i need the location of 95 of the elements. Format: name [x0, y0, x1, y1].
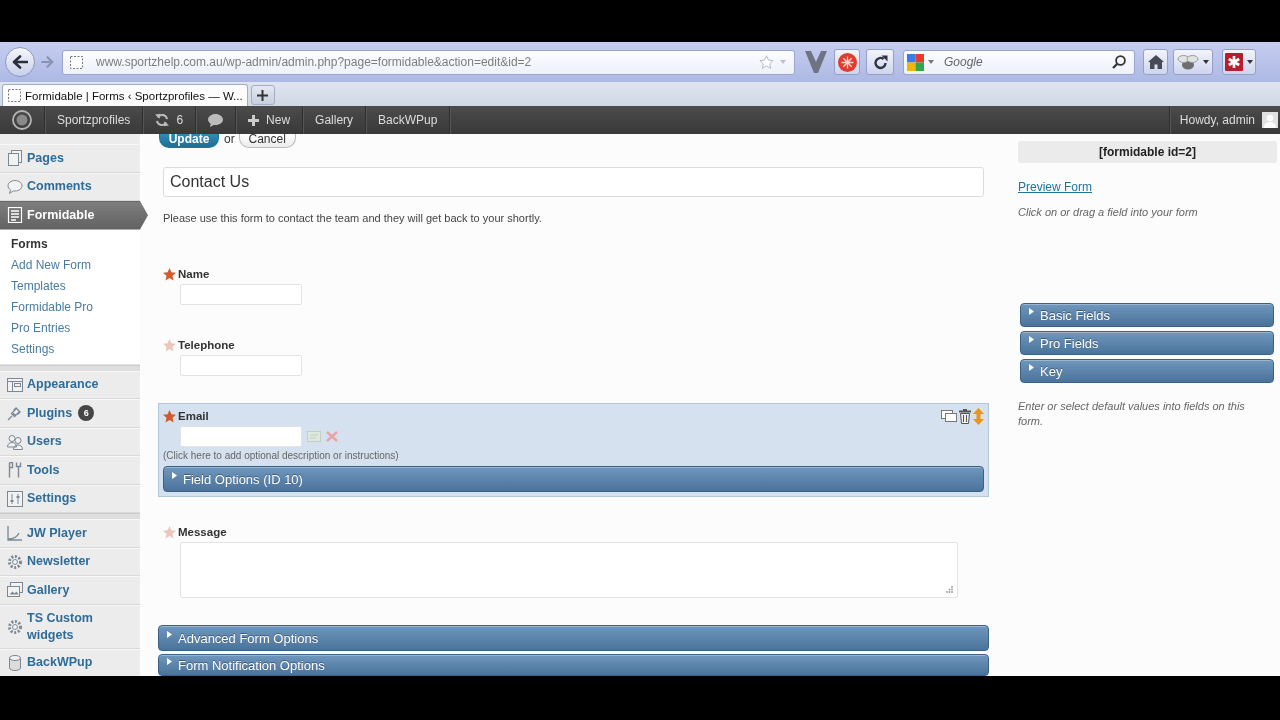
field-block[interactable]: Message — [158, 519, 989, 603]
accordion-header[interactable]: Advanced Form Options — [158, 625, 989, 651]
users-icon — [7, 433, 23, 450]
preview-form-link[interactable]: Preview Form — [1018, 180, 1092, 194]
arrow-right-icon — [40, 56, 54, 68]
accordion-header[interactable]: Field Options (ID 10) — [163, 466, 984, 492]
submenu-item[interactable]: Templates — [0, 275, 140, 297]
resize-grip-icon — [946, 586, 953, 593]
dropdown-arrow-icon — [1203, 60, 1209, 64]
trash-icon[interactable] — [959, 408, 971, 424]
shortcode-field[interactable]: [formidable id=2] — [1018, 141, 1277, 163]
page-icon — [8, 89, 21, 102]
pages-icon — [7, 150, 23, 167]
menu-item[interactable]: Pages — [0, 144, 140, 173]
plug-icon — [7, 405, 23, 422]
plus-icon — [248, 114, 260, 126]
search-icon[interactable] — [1112, 55, 1126, 69]
instructions-text: Click on or drag a field into your form — [1018, 205, 1198, 219]
browser-tab[interactable]: Formidable | Forms ‹ Sportzprofiles — W... — [2, 84, 248, 106]
field-description[interactable]: (Click here to add optional description or instructions) — [163, 450, 399, 462]
menu-item[interactable]: Gallery — [0, 576, 140, 605]
form-title-field[interactable]: Contact Us — [163, 167, 984, 197]
page-icon — [70, 55, 83, 69]
curve-icon — [7, 525, 23, 542]
menu-item[interactable]: Tools — [0, 456, 140, 485]
avatar-icon — [1262, 112, 1278, 128]
reload-icon — [872, 54, 888, 70]
submenu-item[interactable]: Settings — [0, 338, 140, 360]
arrow-left-icon — [12, 55, 28, 69]
menu-item[interactable]: JW Player — [0, 519, 140, 548]
cog-icon — [7, 618, 23, 635]
menu-item[interactable]: Newsletter — [0, 547, 140, 576]
form-icon — [7, 207, 23, 224]
submenu-item[interactable]: Add New Form — [0, 254, 140, 276]
asterisk-icon — [1225, 53, 1243, 71]
field-block[interactable]: Telephone — [158, 332, 989, 381]
dropdown-arrow-icon — [1247, 60, 1253, 64]
picture-icon — [7, 582, 23, 599]
dropdown-arrow-icon — [780, 60, 786, 64]
submenu-item[interactable]: Pro Entries — [0, 317, 140, 339]
accordion-header[interactable]: Pro Fields — [1020, 331, 1274, 355]
sliders-icon — [7, 490, 23, 507]
text-input[interactable] — [180, 426, 302, 447]
plus-icon — [257, 89, 269, 101]
form-description: Please use this form to contact the team and they will get back to your shortly. — [163, 211, 542, 225]
logo-icon — [12, 110, 32, 130]
count-badge: 6 — [78, 405, 95, 422]
or-text: or — [224, 134, 235, 144]
cancel-button[interactable]: Cancel — [238, 134, 296, 148]
burst-circle-icon — [837, 52, 857, 72]
textarea-field[interactable] — [180, 542, 958, 598]
toolbar-button[interactable] — [1222, 49, 1256, 75]
cylinder-icon — [7, 654, 23, 671]
quad-tile-icon — [907, 53, 924, 71]
refresh-icon — [155, 113, 170, 127]
field-block[interactable]: Name — [158, 261, 989, 310]
speech-bubble-icon — [208, 113, 224, 127]
menu-item[interactable]: Users — [0, 427, 140, 456]
field-block[interactable]: Email (Click here to add optional description or instructions) Field Options (ID 10) — [158, 403, 989, 497]
text-input[interactable] — [180, 355, 302, 376]
menu-item[interactable]: Plugins 6 — [0, 399, 140, 428]
menu-item[interactable]: Formidable — [0, 201, 148, 230]
back-button[interactable] — [5, 47, 35, 77]
accordion-header[interactable]: Key — [1020, 359, 1274, 383]
new-tab-button[interactable] — [250, 85, 275, 105]
text-input[interactable] — [180, 284, 302, 305]
home-button[interactable] — [1143, 49, 1168, 75]
field-label: Message — [178, 526, 227, 538]
menu-item[interactable]: Appearance — [0, 370, 140, 399]
address-field[interactable]: www.sportzhelp.com.au/wp-admin/admin.php?page=formidable&action=edit&id=2 — [62, 49, 795, 75]
accordion-header[interactable]: Form Notification Options — [158, 654, 989, 676]
submenu-item[interactable]: Formidable Pro — [0, 296, 140, 318]
toolbar-button[interactable] — [834, 49, 860, 75]
tools-icon — [7, 462, 23, 479]
toolbar-button[interactable] — [1173, 49, 1213, 75]
update-button[interactable]: Update — [159, 134, 219, 148]
field-label: Telephone — [178, 339, 235, 351]
speech-bubble-icon — [7, 178, 23, 195]
reload-button[interactable] — [866, 49, 894, 75]
menu-item[interactable]: TS Custom widgets — [0, 604, 140, 649]
note-text: Enter or select default values into fields on this form. — [1018, 399, 1246, 429]
layout-icon — [7, 376, 23, 393]
cog-icon — [7, 553, 23, 570]
submenu-item[interactable]: Forms — [0, 233, 140, 255]
duplicate-icon[interactable] — [941, 410, 957, 422]
dropdown-arrow-icon — [928, 60, 934, 64]
star-icon[interactable] — [759, 55, 774, 69]
field-label: Email — [178, 410, 209, 422]
home-icon — [1147, 55, 1164, 69]
search-field[interactable]: Google — [903, 49, 1135, 75]
v-shape-icon[interactable] — [805, 50, 827, 74]
fly-icon — [1177, 54, 1199, 70]
field-label: Name — [178, 268, 210, 280]
menu-item[interactable]: BackWPup — [0, 648, 140, 676]
accordion-header[interactable]: Basic Fields — [1020, 303, 1274, 327]
